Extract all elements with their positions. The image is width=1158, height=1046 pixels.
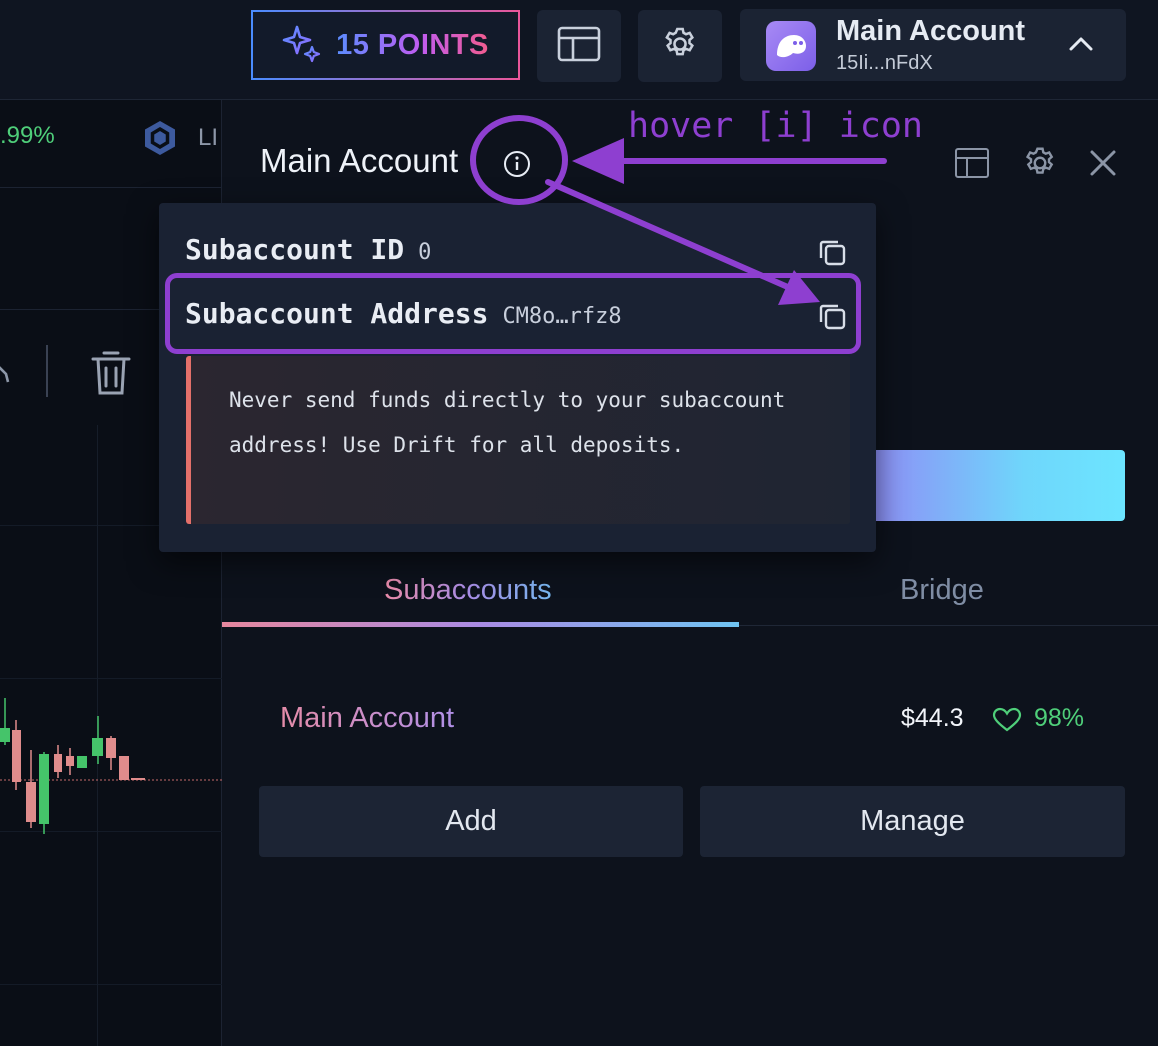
gradient-action-button[interactable] xyxy=(872,450,1125,521)
tab-bridge[interactable]: Bridge xyxy=(900,574,984,607)
points-button[interactable]: 15 POINTS xyxy=(251,10,520,80)
info-icon[interactable] xyxy=(503,150,531,183)
token-hexagon-icon xyxy=(140,118,180,163)
active-tab-indicator xyxy=(222,622,739,627)
warning-text: Never send funds directly to your subacc… xyxy=(229,388,786,457)
trash-icon[interactable] xyxy=(90,348,132,403)
token-label: LI xyxy=(198,124,219,151)
candlestick-chart xyxy=(0,698,222,834)
toolbar-divider xyxy=(46,345,48,397)
account-name: Main Account xyxy=(836,15,1026,47)
layout-icon xyxy=(557,26,601,67)
warning-callout: Never send funds directly to your subacc… xyxy=(186,356,850,524)
tab-divider xyxy=(739,625,1158,626)
price-change-percent: .99% xyxy=(0,122,55,149)
sparkle-icon xyxy=(282,23,322,68)
grid-line xyxy=(0,984,222,985)
subaccount-name[interactable]: Main Account xyxy=(280,702,454,735)
copy-id-icon[interactable] xyxy=(817,237,847,267)
tab-subaccounts[interactable]: Subaccounts xyxy=(384,574,552,607)
points-label: 15 POINTS xyxy=(336,28,489,61)
top-bar: 15 POINTS Main Account 15Ii...nFdX xyxy=(0,0,1158,100)
gear-icon xyxy=(661,25,699,68)
heart-icon xyxy=(992,707,1022,738)
account-address: 15Ii...nFdX xyxy=(836,52,933,74)
subaccount-info-tooltip: Subaccount ID 0 Subaccount Address CM8o…rf… xyxy=(159,203,876,552)
manage-button[interactable]: Manage xyxy=(700,786,1125,857)
add-button[interactable]: Add xyxy=(259,786,683,857)
close-icon[interactable] xyxy=(1088,148,1118,183)
account-dropdown-button[interactable]: Main Account 15Ii...nFdX xyxy=(740,9,1126,81)
subaccount-health: 98% xyxy=(1034,704,1085,732)
subaccount-id-label: Subaccount ID xyxy=(185,233,405,266)
subaccount-id-row: Subaccount ID 0 xyxy=(185,233,431,266)
panel-gear-icon[interactable] xyxy=(1022,145,1058,186)
ghost-avatar-icon xyxy=(766,21,816,71)
annotation-label: hover [i] icon xyxy=(628,106,924,146)
divider xyxy=(0,187,222,188)
settings-button[interactable] xyxy=(638,10,722,82)
edit-icon[interactable] xyxy=(0,358,16,393)
subaccount-id-value: 0 xyxy=(418,240,432,265)
panel-title: Main Account xyxy=(260,142,459,179)
chevron-up-icon xyxy=(1066,29,1096,64)
grid-line xyxy=(0,678,222,679)
annotation-highlight-box xyxy=(165,273,861,354)
subaccount-value: $44.3 xyxy=(901,704,964,732)
panel-layout-icon[interactable] xyxy=(954,147,990,184)
layout-button[interactable] xyxy=(537,10,621,82)
